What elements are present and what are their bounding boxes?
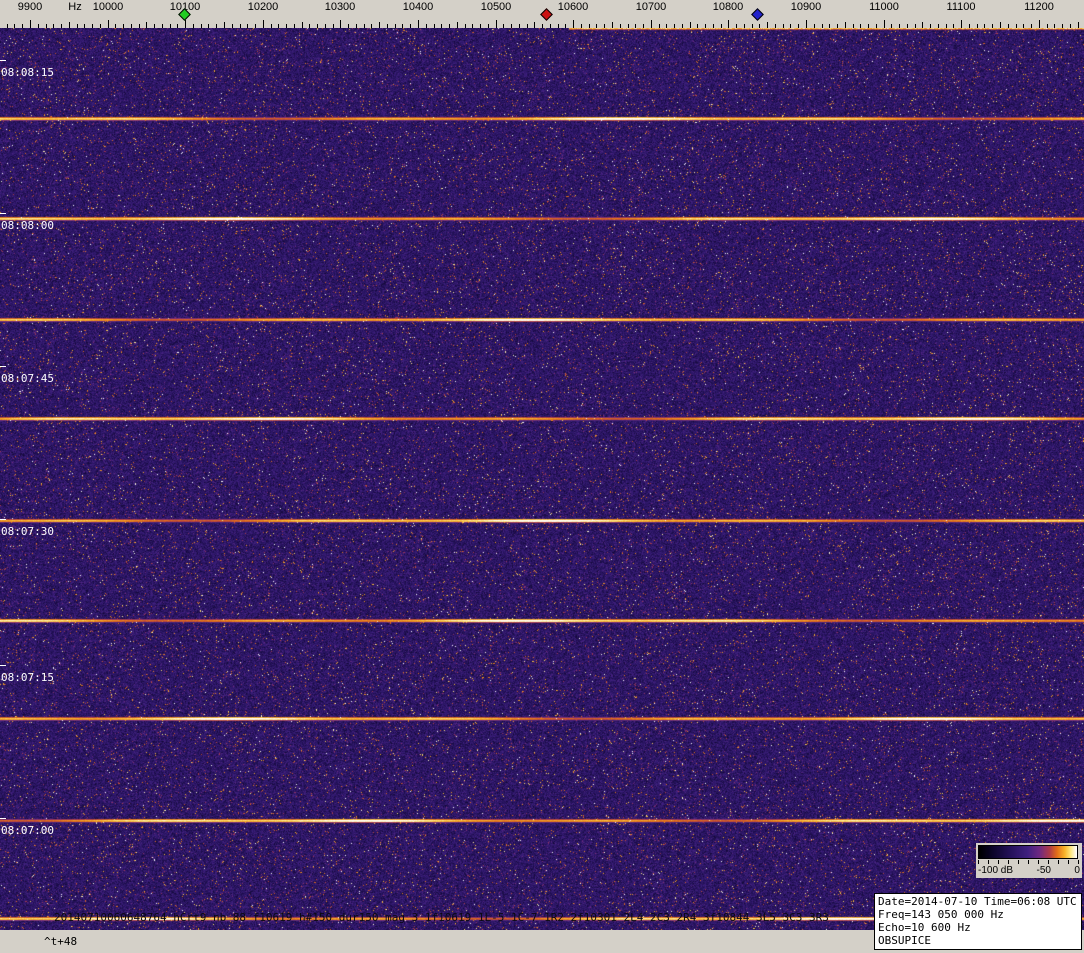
- freq-tick: [1039, 20, 1040, 28]
- freq-tick-label: 11000: [869, 1, 899, 13]
- freq-unit-label: Hz: [68, 1, 81, 13]
- time-label: 08:08:00: [1, 219, 54, 232]
- spectrogram-canvas[interactable]: [0, 28, 1084, 930]
- info-date-line: Date=2014-07-10 Time=06:08 UTC: [878, 895, 1078, 908]
- colorbar-legend: -100 dB -50 0: [976, 843, 1082, 878]
- freq-tick-label: 9900: [18, 1, 42, 13]
- time-label: 08:07:15: [1, 671, 54, 684]
- colorbar-max-label: 0: [1074, 865, 1080, 876]
- freq-tick-label: 11100: [947, 1, 976, 13]
- frequency-scale[interactable]: 9900100001010010200103001040010500106001…: [0, 0, 1084, 28]
- footer-label: ^t+48: [44, 935, 77, 948]
- freq-tick: [30, 20, 31, 28]
- freq-tick-label: 10900: [791, 1, 822, 13]
- freq-tick-label: 10600: [558, 1, 589, 13]
- freq-tick-label: 10300: [325, 1, 356, 13]
- freq-tick: [884, 20, 885, 28]
- time-tick: [0, 818, 6, 819]
- colorbar-gradient: [978, 845, 1078, 859]
- spectrogram-app-window: 9900100001010010200103001040010500106001…: [0, 0, 1084, 953]
- red-marker-diamond[interactable]: [540, 8, 553, 21]
- freq-tick-label: 10800: [713, 1, 744, 13]
- freq-tick: [806, 20, 807, 28]
- time-tick: [0, 519, 6, 520]
- info-box: Date=2014-07-10 Time=06:08 UTC Freq=143 …: [874, 893, 1082, 950]
- freq-tick: [340, 20, 341, 28]
- time-label: 08:07:30: [1, 525, 54, 538]
- time-tick: [0, 60, 6, 61]
- blue-marker-diamond[interactable]: [751, 8, 764, 21]
- info-echo-line: Echo=10 600 Hz: [878, 921, 1078, 934]
- detection-annotation: 20140710060648764 hCrt9 nb 88 f10619 h#1…: [54, 911, 829, 924]
- info-station-line: OBSUPICE: [878, 934, 1078, 947]
- colorbar-ticks: [978, 860, 1080, 864]
- time-tick: [0, 213, 6, 214]
- freq-tick: [108, 20, 109, 28]
- freq-tick: [263, 20, 264, 28]
- colorbar-mid-label: -50: [1037, 865, 1051, 876]
- freq-tick: [418, 20, 419, 28]
- info-freq-line: Freq=143 050 000 Hz: [878, 908, 1078, 921]
- colorbar-min-label: -100 dB: [978, 865, 1013, 876]
- freq-tick-label: 10000: [93, 1, 124, 13]
- freq-tick: [728, 20, 729, 28]
- waterfall-area[interactable]: -100 dB -50 0 20140710060648764 hCrt9 nb…: [0, 28, 1084, 930]
- freq-tick-label: 10400: [403, 1, 434, 13]
- freq-tick-label: 10500: [481, 1, 512, 13]
- freq-tick: [651, 20, 652, 28]
- time-tick: [0, 366, 6, 367]
- freq-tick: [573, 20, 574, 28]
- time-tick: [0, 665, 6, 666]
- freq-tick-label: 10700: [636, 1, 667, 13]
- time-label: 08:07:00: [1, 824, 54, 837]
- time-label: 08:08:15: [1, 66, 54, 79]
- freq-tick: [961, 20, 962, 28]
- freq-tick-label: 11200: [1024, 1, 1054, 13]
- time-label: 08:07:45: [1, 372, 54, 385]
- freq-tick: [185, 20, 186, 28]
- freq-tick: [496, 20, 497, 28]
- freq-tick-label: 10200: [248, 1, 279, 13]
